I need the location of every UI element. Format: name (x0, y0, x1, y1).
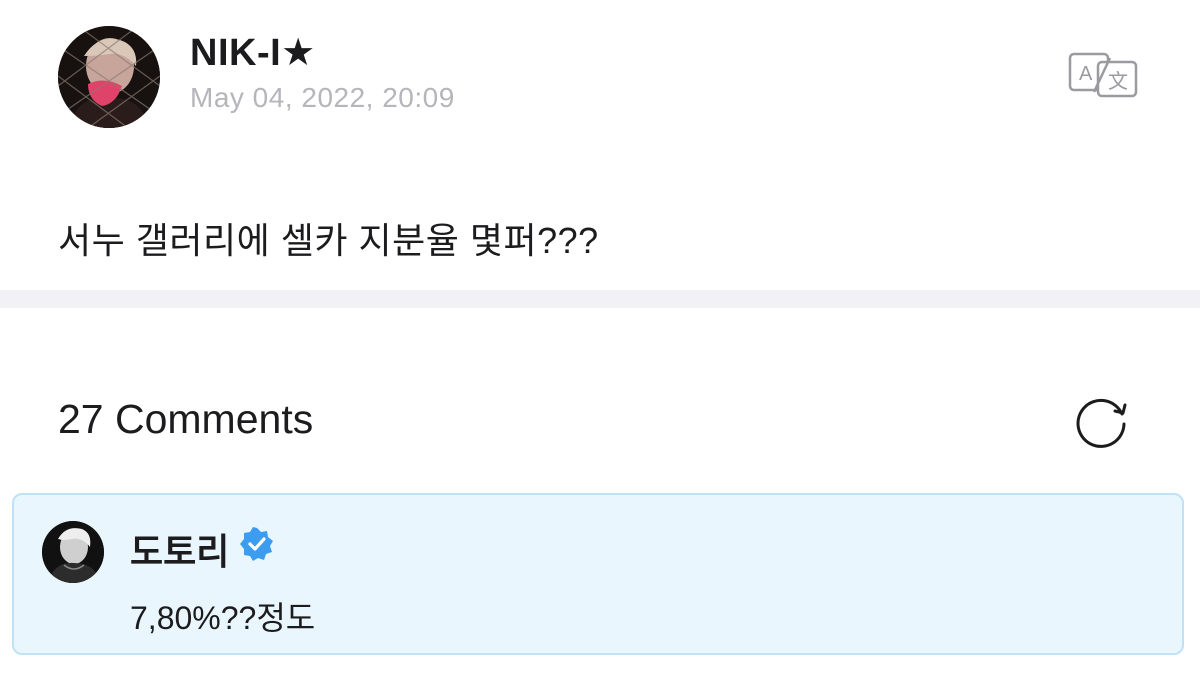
commenter-avatar[interactable] (42, 521, 104, 583)
comments-header: 27 Comments (58, 390, 1142, 450)
author-avatar-image (58, 26, 160, 128)
comment-text: 7,80%??정도 (130, 600, 316, 636)
comment-item: 도토리 7,80%??정도 (12, 493, 1184, 655)
post-detail-page: NIK-I★ May 04, 2022, 20:09 A 文 서누 갤러리에 셀… (0, 0, 1200, 691)
commenter-avatar-image (42, 521, 104, 583)
translate-icon: A 文 (1068, 52, 1138, 98)
post-date: May 04, 2022, 20:09 (190, 82, 455, 113)
translate-button[interactable]: A 文 (1068, 52, 1138, 98)
svg-text:A: A (1079, 63, 1093, 85)
author-avatar[interactable] (58, 26, 160, 128)
verified-badge-icon (240, 527, 274, 561)
comments-count-label: 27 Comments (58, 396, 314, 442)
refresh-button[interactable] (1072, 392, 1130, 450)
refresh-icon (1076, 398, 1127, 448)
section-divider (0, 290, 1200, 308)
post-body-text: 서누 갤러리에 셀카 지분율 몇퍼??? (58, 220, 599, 261)
commenter-name[interactable]: 도토리 (130, 523, 229, 575)
svg-text:文: 文 (1108, 69, 1128, 93)
author-name[interactable]: NIK-I★ (190, 30, 316, 75)
post-header: NIK-I★ May 04, 2022, 20:09 A 文 (58, 26, 1142, 130)
